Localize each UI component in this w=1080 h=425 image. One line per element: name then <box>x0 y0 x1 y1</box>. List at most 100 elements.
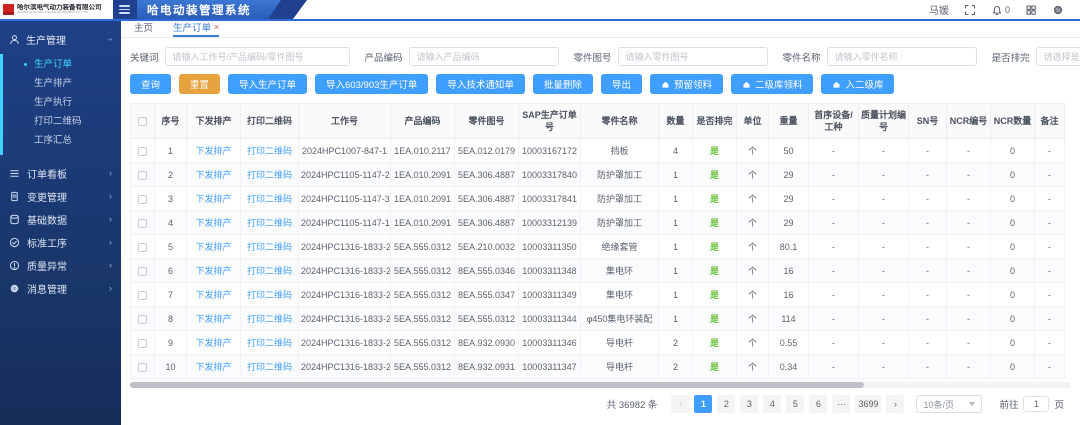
page-button[interactable]: 2 <box>717 395 735 413</box>
row-checkbox[interactable] <box>138 243 147 252</box>
apps-grid-icon[interactable] <box>1025 4 1037 16</box>
tab-生产订单[interactable]: 生产订单× <box>173 18 219 37</box>
page-button[interactable]: 1 <box>694 395 712 413</box>
horizontal-scrollbar-thumb[interactable] <box>130 382 864 388</box>
print-qrcode-link[interactable]: 打印二维码 <box>241 139 299 163</box>
row-checkbox[interactable] <box>138 219 147 228</box>
row-checkbox[interactable] <box>138 363 147 372</box>
filter-select[interactable]: 请选择是否排完 <box>1036 47 1080 66</box>
cell: - <box>909 139 947 163</box>
toolbar-button-label: 入二级库 <box>845 77 883 91</box>
row-checkbox[interactable] <box>138 267 147 276</box>
print-qrcode-link[interactable]: 打印二维码 <box>241 307 299 331</box>
issue-scheduling-link[interactable]: 下发排产 <box>187 139 241 163</box>
print-qrcode-link[interactable]: 打印二维码 <box>241 211 299 235</box>
row-checkbox[interactable] <box>138 339 147 348</box>
sidebar-item[interactable]: 标准工序› <box>0 231 121 254</box>
prev-page-button[interactable]: ‹ <box>671 395 689 413</box>
toolbar-button[interactable]: 二级库领料 <box>731 74 814 94</box>
toolbar-button[interactable]: 预留领料 <box>650 74 723 94</box>
close-tab-icon[interactable]: × <box>214 23 219 32</box>
page-button[interactable]: 4 <box>763 395 781 413</box>
row-select-cell <box>131 307 155 331</box>
print-qrcode-link[interactable]: 打印二维码 <box>241 235 299 259</box>
sidebar-item-sub[interactable]: 工序汇总 <box>3 131 121 150</box>
page-button[interactable]: 6 <box>809 395 827 413</box>
cell: - <box>947 283 991 307</box>
warehouse-icon <box>661 80 670 89</box>
toolbar-button[interactable]: 批量删除 <box>533 74 593 94</box>
row-checkbox[interactable] <box>138 195 147 204</box>
collapse-menu-icon[interactable] <box>119 5 130 14</box>
print-qrcode-link[interactable]: 打印二维码 <box>241 187 299 211</box>
print-qrcode-link[interactable]: 打印二维码 <box>241 259 299 283</box>
print-qrcode-link[interactable]: 打印二维码 <box>241 283 299 307</box>
sidebar-item-active[interactable]: 生产订单 <box>3 55 121 74</box>
issue-scheduling-link[interactable]: 下发排产 <box>187 211 241 235</box>
issue-scheduling-link[interactable]: 下发排产 <box>187 355 241 379</box>
cell: - <box>859 259 909 283</box>
toolbar-button[interactable]: 导出 <box>601 74 642 94</box>
print-qrcode-link[interactable]: 打印二维码 <box>241 355 299 379</box>
filter-input[interactable] <box>165 47 350 66</box>
cell: 绝缘套管 <box>581 235 659 259</box>
toolbar-button[interactable]: 导入生产订单 <box>228 74 307 94</box>
toolbar-button[interactable]: 入二级库 <box>821 74 894 94</box>
sidebar-item-label: 标准工序 <box>27 235 67 250</box>
horizontal-scrollbar-track[interactable] <box>130 382 1071 388</box>
print-qrcode-link[interactable]: 打印二维码 <box>241 331 299 355</box>
gear-icon[interactable] <box>1052 4 1064 16</box>
issue-scheduling-link[interactable]: 下发排产 <box>187 259 241 283</box>
sidebar-item-label: 基础数据 <box>27 212 67 227</box>
row-checkbox[interactable] <box>138 315 147 324</box>
notification-button[interactable]: 0 <box>991 4 1010 16</box>
cell: - <box>859 187 909 211</box>
issue-scheduling-link[interactable]: 下发排产 <box>187 307 241 331</box>
toolbar-button[interactable]: 重置 <box>179 74 220 94</box>
sidebar-item-sub[interactable]: 生产执行 <box>3 93 121 112</box>
issue-scheduling-link[interactable]: 下发排产 <box>187 163 241 187</box>
sidebar-item-sub[interactable]: 生产排产 <box>3 74 121 93</box>
column-header: 单位 <box>737 104 769 139</box>
pagination-ellipsis[interactable]: ··· <box>832 395 850 413</box>
page-button[interactable]: 3 <box>740 395 758 413</box>
print-qrcode-link[interactable]: 打印二维码 <box>241 163 299 187</box>
cell: 1EA.010.2091 <box>391 187 455 211</box>
issue-scheduling-link[interactable]: 下发排产 <box>187 187 241 211</box>
page-size-select[interactable]: 10条/页 <box>916 395 982 413</box>
sidebar-item[interactable]: 变更管理› <box>0 185 121 208</box>
next-page-button[interactable]: › <box>886 395 904 413</box>
tab-label: 主页 <box>134 20 153 34</box>
sidebar-item[interactable]: 订单看板› <box>0 162 121 185</box>
row-checkbox[interactable] <box>138 171 147 180</box>
filter-input[interactable] <box>409 47 559 66</box>
goto-page-input[interactable] <box>1023 396 1049 412</box>
toolbar-button[interactable]: 导入技术通知单 <box>436 74 525 94</box>
tab-主页[interactable]: 主页 <box>134 18 153 37</box>
row-checkbox[interactable] <box>138 291 147 300</box>
current-user[interactable]: 马媛 <box>929 2 949 17</box>
filter-input[interactable] <box>618 47 768 66</box>
issue-scheduling-link[interactable]: 下发排产 <box>187 283 241 307</box>
sidebar-group-production[interactable]: 生产管理 › <box>0 21 121 54</box>
sidebar-item[interactable]: 基础数据› <box>0 208 121 231</box>
select-all-checkbox[interactable] <box>138 117 147 126</box>
issue-scheduling-link[interactable]: 下发排产 <box>187 235 241 259</box>
filter-input[interactable] <box>827 47 977 66</box>
filter-label: 零件名称 <box>783 50 821 64</box>
cell: 5EA.306.4887 <box>455 163 519 187</box>
row-checkbox[interactable] <box>138 147 147 156</box>
fullscreen-icon[interactable] <box>964 4 976 16</box>
toolbar-button[interactable]: 导入603/903生产订单 <box>315 74 428 94</box>
app-title: 哈电动装管理系统 <box>137 0 281 19</box>
issue-scheduling-link[interactable]: 下发排产 <box>187 331 241 355</box>
sidebar-item-sub[interactable]: 打印二维码 <box>3 112 121 131</box>
chevron-right-icon: › <box>109 284 112 293</box>
toolbar-button[interactable]: 查询 <box>130 74 171 94</box>
sidebar-item[interactable]: 消息管理› <box>0 277 121 300</box>
cell: 2024HPC1316-1833-2 <box>299 355 391 379</box>
cell: - <box>809 259 859 283</box>
page-button[interactable]: 5 <box>786 395 804 413</box>
sidebar-item[interactable]: 质量异常› <box>0 254 121 277</box>
last-page-button[interactable]: 3699 <box>855 395 881 413</box>
